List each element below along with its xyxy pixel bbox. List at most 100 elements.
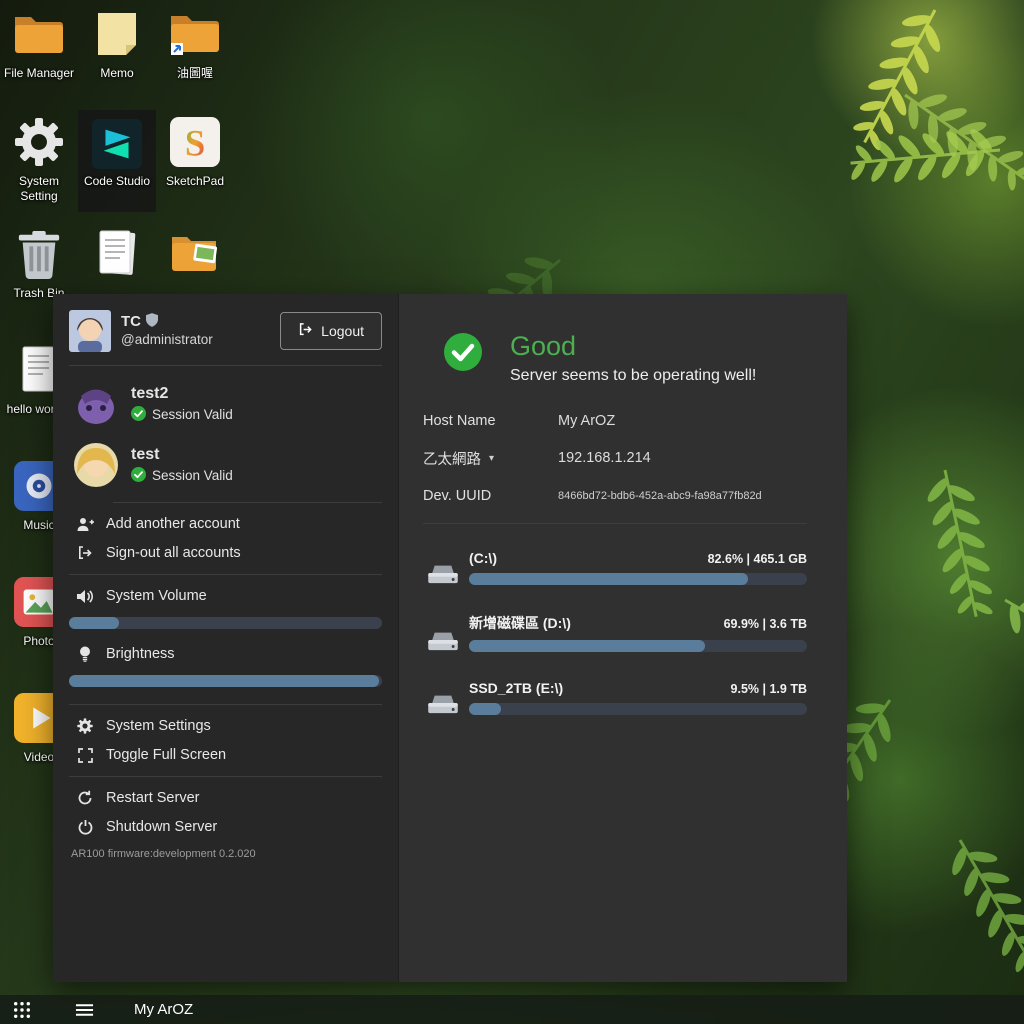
account-name: test2 <box>131 384 233 403</box>
status-title: Good <box>510 332 756 362</box>
desktop-screen: File Manager Memo 油圖喔 <box>0 0 1024 1024</box>
hostname-label: Host Name <box>423 413 558 429</box>
check-circle-icon <box>131 406 146 424</box>
check-circle-icon <box>131 467 146 485</box>
user-name: TC <box>121 313 141 332</box>
user-handle: @administrator <box>121 332 213 349</box>
disk-usage-bar <box>469 703 807 715</box>
restart-server-item[interactable]: Restart Server <box>75 790 382 806</box>
sketchpad-icon: S <box>156 114 234 170</box>
menu-label: Brightness <box>106 646 175 662</box>
taskbar-title: My ArOZ <box>134 1001 193 1018</box>
signout-all-item[interactable]: Sign-out all accounts <box>75 545 382 561</box>
folder-picture-icon <box>156 226 234 282</box>
status-check-icon <box>443 332 483 377</box>
desktop-icon-memo[interactable]: Memo <box>78 6 156 81</box>
disk-usage-bar <box>469 573 807 585</box>
add-account-item[interactable]: Add another account <box>75 516 382 532</box>
volume-slider-fill <box>69 617 119 629</box>
account-info: test Session Valid <box>131 445 233 484</box>
desktop-icon-sketchpad[interactable]: S SketchPad <box>156 114 234 189</box>
uuid-label: Dev. UUID <box>423 488 558 504</box>
disk-row-d: 新增磁碟區 (D:\) 69.9% | 3.6 TB <box>423 613 807 652</box>
system-tray-panel: TC @administrator Logout <box>53 294 847 982</box>
menu-label: System Settings <box>106 718 211 734</box>
divider <box>69 776 382 777</box>
toggle-fullscreen-item[interactable]: Toggle Full Screen <box>75 747 382 763</box>
bulb-icon <box>75 646 95 662</box>
disk-usage: 9.5% | 1.9 TB <box>731 682 807 696</box>
drive-icon <box>423 691 463 715</box>
restart-icon <box>75 790 95 806</box>
menu-label: Toggle Full Screen <box>106 747 226 763</box>
account-info: test2 Session Valid <box>131 384 233 423</box>
app-grid-button[interactable] <box>0 995 44 1024</box>
memo-icon <box>78 6 156 62</box>
icon-label: File Manager <box>3 66 75 81</box>
desktop-icon-code-studio[interactable]: Code Studio <box>78 110 156 212</box>
shutdown-server-item[interactable]: Shutdown Server <box>75 819 382 835</box>
session-status: Session Valid <box>152 407 233 422</box>
menu-label: Restart Server <box>106 790 199 806</box>
icon-label: SketchPad <box>159 174 231 189</box>
network-row: 乙太網路 ▾ 192.168.1.214 <box>423 448 807 469</box>
disk-row-e: SSD_2TB (E:\) 9.5% | 1.9 TB <box>423 680 807 715</box>
chevron-down-icon: ▾ <box>489 453 494 464</box>
menu-button[interactable] <box>62 995 106 1024</box>
system-volume-label-row: System Volume <box>75 588 382 604</box>
desktop-icon-file-manager[interactable]: File Manager <box>0 6 78 81</box>
menu-label: Sign-out all accounts <box>106 545 241 561</box>
hamburger-icon <box>75 1003 94 1017</box>
icon-label: 油圖喔 <box>159 66 231 81</box>
document-icon <box>78 226 156 282</box>
disk-usage-fill <box>469 640 705 652</box>
menu-label: Shutdown Server <box>106 819 217 835</box>
speaker-icon <box>75 589 95 604</box>
shield-icon <box>146 313 158 333</box>
account-row-test[interactable]: test Session Valid <box>73 442 382 488</box>
disk-row-c: (C:\) 82.6% | 465.1 GB <box>423 550 807 585</box>
disk-name: 新增磁碟區 (D:\) <box>469 613 571 633</box>
brightness-label-row: Brightness <box>75 646 382 662</box>
taskbar: My ArOZ <box>0 995 1024 1024</box>
gear-icon <box>75 718 95 734</box>
network-dropdown[interactable]: 乙太網路 ▾ <box>423 448 558 469</box>
system-settings-item[interactable]: System Settings <box>75 718 382 734</box>
folder-shortcut-icon <box>156 6 234 62</box>
user-names: TC @administrator <box>121 313 213 350</box>
logout-button[interactable]: Logout <box>280 312 382 350</box>
hostname-value: My ArOZ <box>558 413 615 429</box>
code-studio-icon <box>78 118 156 170</box>
divider <box>69 365 382 366</box>
disk-usage-fill <box>469 573 748 585</box>
divider <box>423 523 807 524</box>
logout-label: Logout <box>321 323 364 339</box>
menu-label: System Volume <box>106 588 207 604</box>
volume-slider[interactable] <box>69 617 382 629</box>
desktop-icon-system-setting[interactable]: System Setting <box>0 114 78 204</box>
gear-icon <box>0 114 78 170</box>
desktop-icon-document[interactable] <box>78 226 156 286</box>
add-user-icon <box>75 517 95 532</box>
brightness-slider-fill <box>69 675 379 687</box>
user-avatar <box>69 310 111 352</box>
tray-panel-right: Good Server seems to be operating well! … <box>398 294 847 982</box>
icon-label: Code Studio <box>81 174 153 189</box>
brightness-slider[interactable] <box>69 675 382 687</box>
uuid-value: 8466bd72-bdb6-452a-abc9-fa98a77fb82d <box>558 490 762 502</box>
desktop-icon-trash-bin[interactable]: Trash Bin <box>0 226 78 301</box>
account-row-test2[interactable]: test2 Session Valid <box>73 381 382 427</box>
signout-icon <box>75 545 95 561</box>
desktop-icon-oil-folder[interactable]: 油圖喔 <box>156 6 234 81</box>
divider <box>69 574 382 575</box>
disk-usage: 69.9% | 3.6 TB <box>724 617 807 631</box>
icon-label: Memo <box>81 66 153 81</box>
current-user-row: TC @administrator Logout <box>69 310 382 352</box>
folder-icon <box>0 6 78 62</box>
status-text: Good Server seems to be operating well! <box>510 332 756 385</box>
logout-icon <box>298 322 313 340</box>
desktop-icon-folder-picture[interactable] <box>156 226 234 286</box>
icon-label: System Setting <box>3 174 75 204</box>
hostname-row: Host Name My ArOZ <box>423 413 807 429</box>
disk-usage: 82.6% | 465.1 GB <box>708 552 807 566</box>
